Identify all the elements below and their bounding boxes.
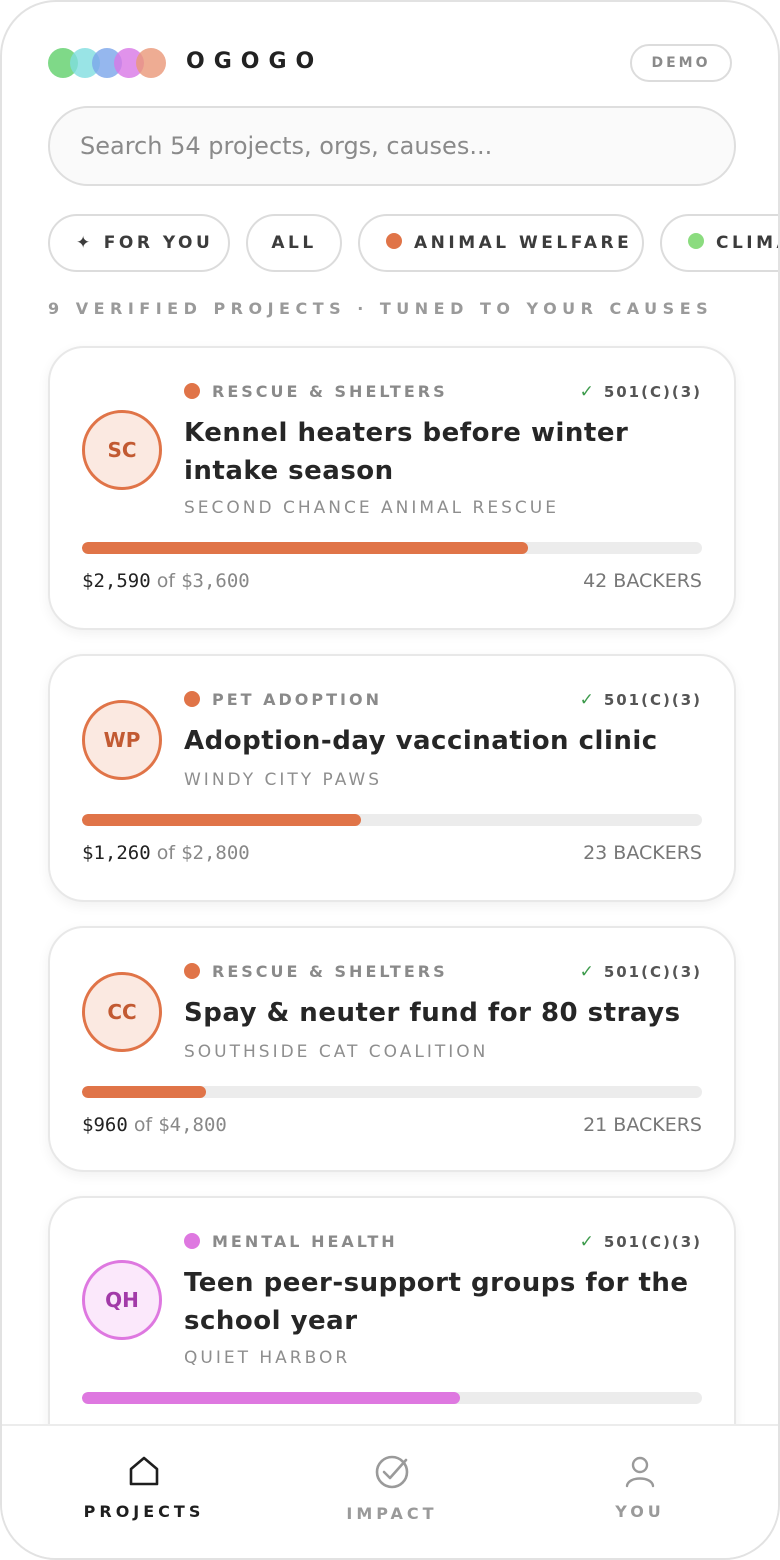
org-avatar: SC bbox=[82, 410, 162, 490]
nav-label: YOU bbox=[615, 1502, 665, 1521]
animal-welfare-dot bbox=[386, 233, 402, 249]
check-circle-icon bbox=[375, 1455, 409, 1489]
category-text: RESCUE & SHELTERS bbox=[212, 382, 448, 401]
search-bar[interactable] bbox=[48, 106, 736, 186]
of-text: of bbox=[156, 842, 176, 864]
category-text: RESCUE & SHELTERS bbox=[212, 962, 448, 981]
verified-badge: ✓ 501(C)(3) bbox=[580, 962, 702, 982]
of-text: of bbox=[156, 570, 176, 592]
project-title: Spay & neuter fund for 80 strays bbox=[184, 998, 681, 1028]
category-text: PET ADOPTION bbox=[212, 690, 382, 709]
funding-progress-fill bbox=[82, 542, 529, 554]
brand-name: OGOGO bbox=[186, 49, 324, 74]
org-avatar: WP bbox=[82, 700, 162, 780]
nav-label: IMPACT bbox=[346, 1504, 438, 1523]
goal-amount: $3,600 bbox=[181, 570, 250, 592]
project-title: Adoption-day vaccination clinic bbox=[184, 726, 658, 756]
results-summary: 9 VERIFIED PROJECTS · TUNED TO YOUR CAUS… bbox=[48, 299, 714, 318]
chip-label: ANIMAL WELFARE bbox=[414, 233, 633, 253]
project-title: Teen peer-support groups for the school … bbox=[184, 1268, 689, 1336]
backer-count: 21 BACKERS bbox=[583, 1114, 702, 1136]
funding-progress-bar bbox=[82, 814, 702, 826]
org-avatar: CC bbox=[82, 972, 162, 1052]
category-dot bbox=[184, 383, 200, 399]
badge-text: 501(C)(3) bbox=[603, 1233, 702, 1251]
project-card[interactable]: CC RESCUE & SHELTERS ✓ 501(C)(3) Spay & n… bbox=[48, 926, 736, 1172]
badge-text: 501(C)(3) bbox=[603, 691, 702, 709]
check-icon: ✓ bbox=[579, 1232, 596, 1252]
nav-projects[interactable]: PROJECTS bbox=[44, 1454, 244, 1521]
category-label: RESCUE & SHELTERS bbox=[184, 382, 448, 401]
nav-impact[interactable]: IMPACT bbox=[292, 1454, 492, 1523]
funding-progress-fill bbox=[82, 814, 361, 826]
app-screen: OGOGO DEMO ✦ FOR YOU ALL ANIMAL WELFARE C… bbox=[0, 0, 780, 1560]
cause-filter-chips: ✦ FOR YOU ALL ANIMAL WELFARE CLIMATE bbox=[48, 214, 778, 272]
funding-progress-bar bbox=[82, 542, 702, 554]
goal-amount: $2,800 bbox=[181, 842, 250, 864]
verified-badge: ✓ 501(C)(3) bbox=[580, 382, 702, 402]
category-label: MENTAL HEALTH bbox=[184, 1232, 398, 1251]
category-dot bbox=[184, 691, 200, 707]
backer-count: 42 BACKERS bbox=[583, 570, 702, 592]
logo-mark bbox=[48, 48, 168, 78]
funding-amount: $960 of $4,800 bbox=[82, 1114, 227, 1136]
raised-amount: $2,590 bbox=[82, 570, 151, 592]
bottom-navigation: PROJECTS IMPACT YOU bbox=[2, 1424, 778, 1558]
backer-count: 23 BACKERS bbox=[583, 842, 702, 864]
nav-label: PROJECTS bbox=[83, 1502, 205, 1521]
logo-dot bbox=[136, 48, 166, 78]
verified-badge: ✓ 501(C)(3) bbox=[580, 1232, 702, 1252]
org-avatar: QH bbox=[82, 1260, 162, 1340]
category-dot bbox=[184, 1233, 200, 1249]
category-dot bbox=[184, 963, 200, 979]
funding-progress-fill bbox=[82, 1392, 461, 1404]
check-icon: ✓ bbox=[579, 962, 596, 982]
badge-text: 501(C)(3) bbox=[603, 383, 702, 401]
home-icon bbox=[129, 1456, 159, 1486]
org-name: WINDY CITY PAWS bbox=[184, 770, 383, 790]
chip-label: CLIMATE bbox=[716, 233, 778, 253]
org-name: SECOND CHANCE ANIMAL RESCUE bbox=[184, 498, 559, 518]
chip-all[interactable]: ALL bbox=[246, 214, 342, 272]
funding-progress-bar bbox=[82, 1392, 702, 1404]
climate-dot bbox=[688, 233, 704, 249]
sparkle-icon: ✦ bbox=[76, 233, 94, 253]
verified-badge: ✓ 501(C)(3) bbox=[580, 690, 702, 710]
nav-you[interactable]: YOU bbox=[540, 1454, 740, 1521]
org-name: SOUTHSIDE CAT COALITION bbox=[184, 1042, 489, 1062]
search-input[interactable] bbox=[80, 126, 700, 166]
user-icon bbox=[625, 1456, 655, 1488]
category-label: PET ADOPTION bbox=[184, 690, 382, 709]
chip-for-you[interactable]: ✦ FOR YOU bbox=[48, 214, 230, 272]
app-header: OGOGO DEMO bbox=[48, 44, 732, 82]
funding-progress-bar bbox=[82, 1086, 702, 1098]
demo-badge[interactable]: DEMO bbox=[630, 44, 732, 82]
funding-amount: $2,590 of $3,600 bbox=[82, 570, 250, 592]
funding-progress-fill bbox=[82, 1086, 206, 1098]
check-icon: ✓ bbox=[579, 382, 596, 402]
badge-text: 501(C)(3) bbox=[603, 963, 702, 981]
org-name: QUIET HARBOR bbox=[184, 1348, 351, 1368]
chip-label: ALL bbox=[271, 233, 317, 253]
project-card[interactable]: WP PET ADOPTION ✓ 501(C)(3) Adoption-day … bbox=[48, 654, 736, 902]
chip-climate[interactable]: CLIMATE bbox=[660, 214, 778, 272]
category-label: RESCUE & SHELTERS bbox=[184, 962, 448, 981]
project-card[interactable]: SC RESCUE & SHELTERS ✓ 501(C)(3) Kennel h… bbox=[48, 346, 736, 630]
category-text: MENTAL HEALTH bbox=[212, 1232, 398, 1251]
raised-amount: $1,260 bbox=[82, 842, 151, 864]
funding-amount: $1,260 of $2,800 bbox=[82, 842, 250, 864]
of-text: of bbox=[133, 1114, 153, 1136]
check-icon: ✓ bbox=[579, 690, 596, 710]
chip-label: FOR YOU bbox=[103, 233, 214, 253]
goal-amount: $4,800 bbox=[158, 1114, 227, 1136]
chip-animal-welfare[interactable]: ANIMAL WELFARE bbox=[358, 214, 644, 272]
raised-amount: $960 bbox=[82, 1114, 128, 1136]
project-title: Kennel heaters before winter intake seas… bbox=[184, 418, 629, 486]
